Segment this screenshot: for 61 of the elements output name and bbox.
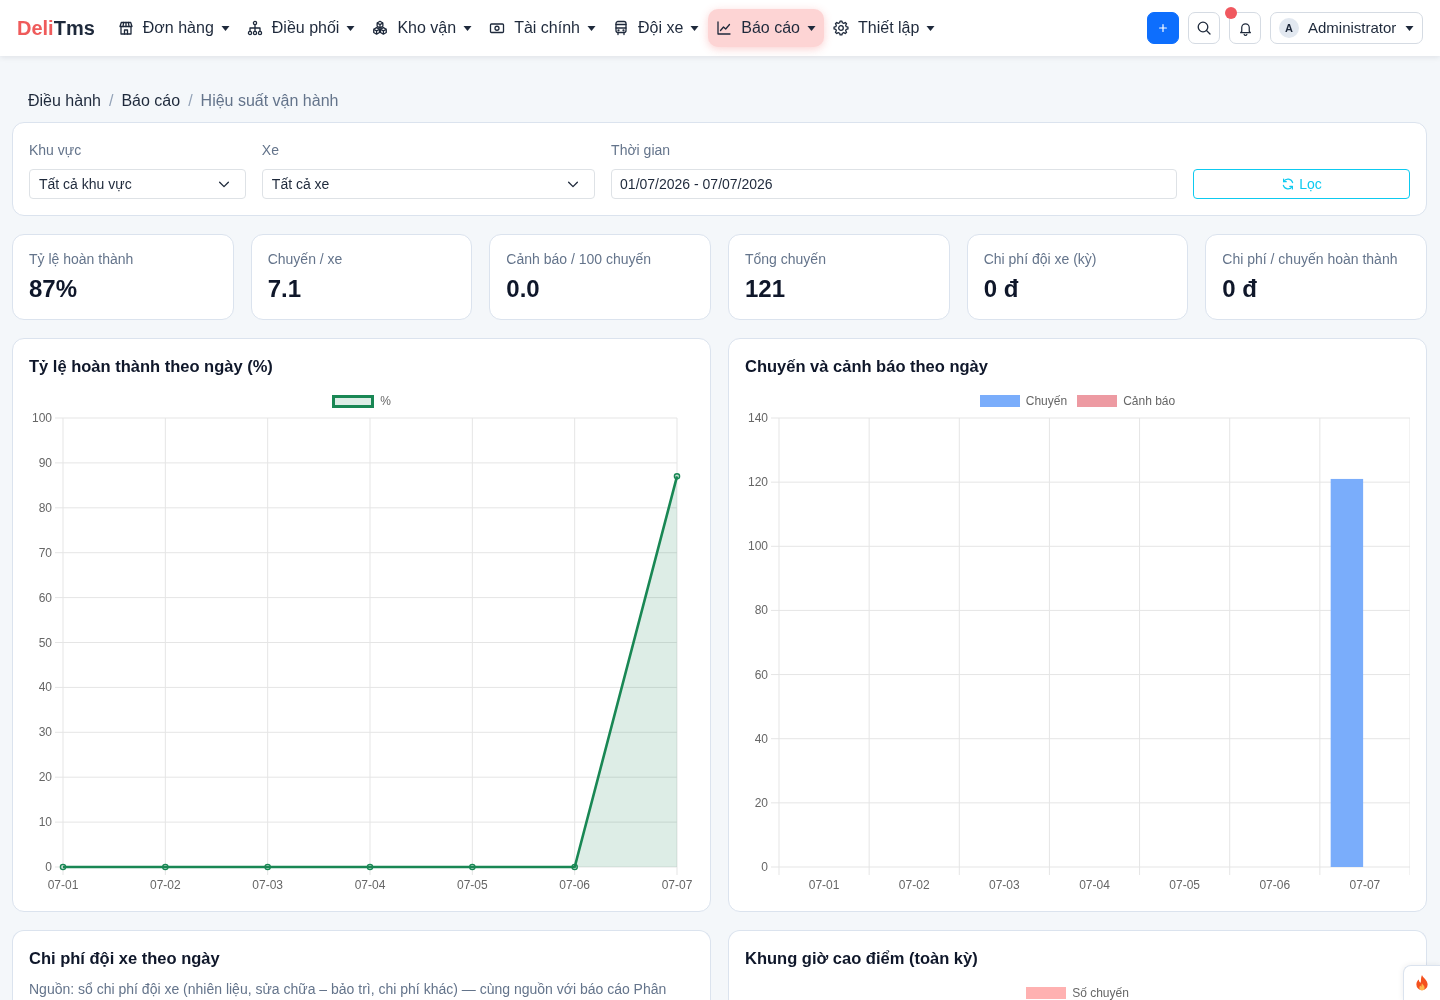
- stat-value: 0 đ: [983, 274, 1020, 304]
- stat-label: Chi phí / chuyến hoàn thành: [1222, 250, 1399, 269]
- axis-label: 07-04: [1079, 878, 1110, 892]
- stat-value: 7.1: [267, 274, 303, 304]
- axis-label: 70: [38, 545, 52, 560]
- chart-title: Tỷ lệ hoàn thành theo ngày (%): [29, 356, 274, 377]
- axis-label: 07-07: [661, 878, 693, 892]
- breadcrumb-separator: /: [108, 91, 114, 111]
- breadcrumb-current: Hiệu suất vận hành: [200, 91, 339, 111]
- breadcrumb-separator: /: [188, 91, 193, 111]
- axis-label: 0: [761, 860, 768, 874]
- axis-label: 60: [754, 667, 768, 682]
- axis-label: 90: [38, 455, 52, 470]
- axis-label: 07-01: [47, 878, 79, 892]
- field-label: Xe: [261, 141, 280, 160]
- stat-label: Tỷ lệ hoàn thành: [29, 250, 135, 269]
- stat-value: 121: [745, 274, 787, 304]
- stat-label: Chi phí đội xe (kỳ): [983, 250, 1098, 269]
- axis-label: 50: [38, 635, 52, 650]
- chart-title: Chuyến và cảnh báo theo ngày: [745, 356, 989, 377]
- axis-label: 10: [38, 815, 52, 830]
- axis-label: 30: [38, 725, 52, 740]
- avatar: A: [1279, 18, 1299, 38]
- stat-label: Cảnh báo / 100 chuyến: [506, 250, 653, 269]
- axis-label: 100: [31, 412, 52, 425]
- legend-label: Số chuyến: [1072, 986, 1129, 1000]
- field-label: Thời gian: [611, 141, 672, 160]
- axis-label: 100: [747, 539, 768, 554]
- card-title: Khung giờ cao điểm (toàn kỳ): [745, 948, 979, 969]
- axis-label: 120: [747, 475, 768, 490]
- axis-label: 40: [38, 680, 52, 695]
- card-title: Chi phí đội xe theo ngày: [29, 948, 221, 969]
- axis-label: 07-03: [252, 878, 283, 892]
- axis-label: 07-02: [898, 878, 930, 892]
- field-label: Khu vực: [29, 141, 83, 160]
- axis-label: 0: [45, 860, 52, 874]
- axis-label: 07-03: [989, 878, 1020, 892]
- axis-label: 07-02: [150, 878, 181, 892]
- axis-label: 07-04: [354, 878, 386, 892]
- stat-label: Tổng chuyến: [745, 250, 827, 269]
- card-note: Nguồn: sổ chi phí đội xe (nhiên liệu, sửa chữa – bảo trì, chi phí khác) — cùng nguồn với báo cáo Phân: [29, 980, 668, 999]
- axis-label: 140: [747, 412, 768, 425]
- axis-label: 60: [38, 590, 52, 605]
- axis-label: 20: [38, 770, 52, 785]
- axis-label: 40: [754, 731, 768, 746]
- stat-value: 87%: [29, 274, 79, 304]
- stat-value: 0.0: [506, 274, 541, 304]
- axis-label: 07-05: [1169, 878, 1200, 892]
- axis-label: 07-05: [457, 878, 488, 892]
- legend-label: Chuyến: [1025, 394, 1068, 408]
- axis-label: 20: [754, 795, 768, 810]
- legend-label: %: [380, 394, 391, 408]
- stat-value: 0 đ: [1222, 274, 1258, 304]
- axis-label: 07-07: [1349, 878, 1381, 892]
- legend-label: Cảnh báo: [1123, 394, 1176, 408]
- axis-label: 80: [38, 500, 52, 515]
- axis-label: 07-06: [1259, 878, 1291, 892]
- axis-label: 80: [754, 603, 768, 618]
- axis-label: 07-01: [808, 878, 840, 892]
- axis-label: 07-06: [559, 878, 590, 892]
- stat-label: Chuyến / xe: [267, 250, 344, 269]
